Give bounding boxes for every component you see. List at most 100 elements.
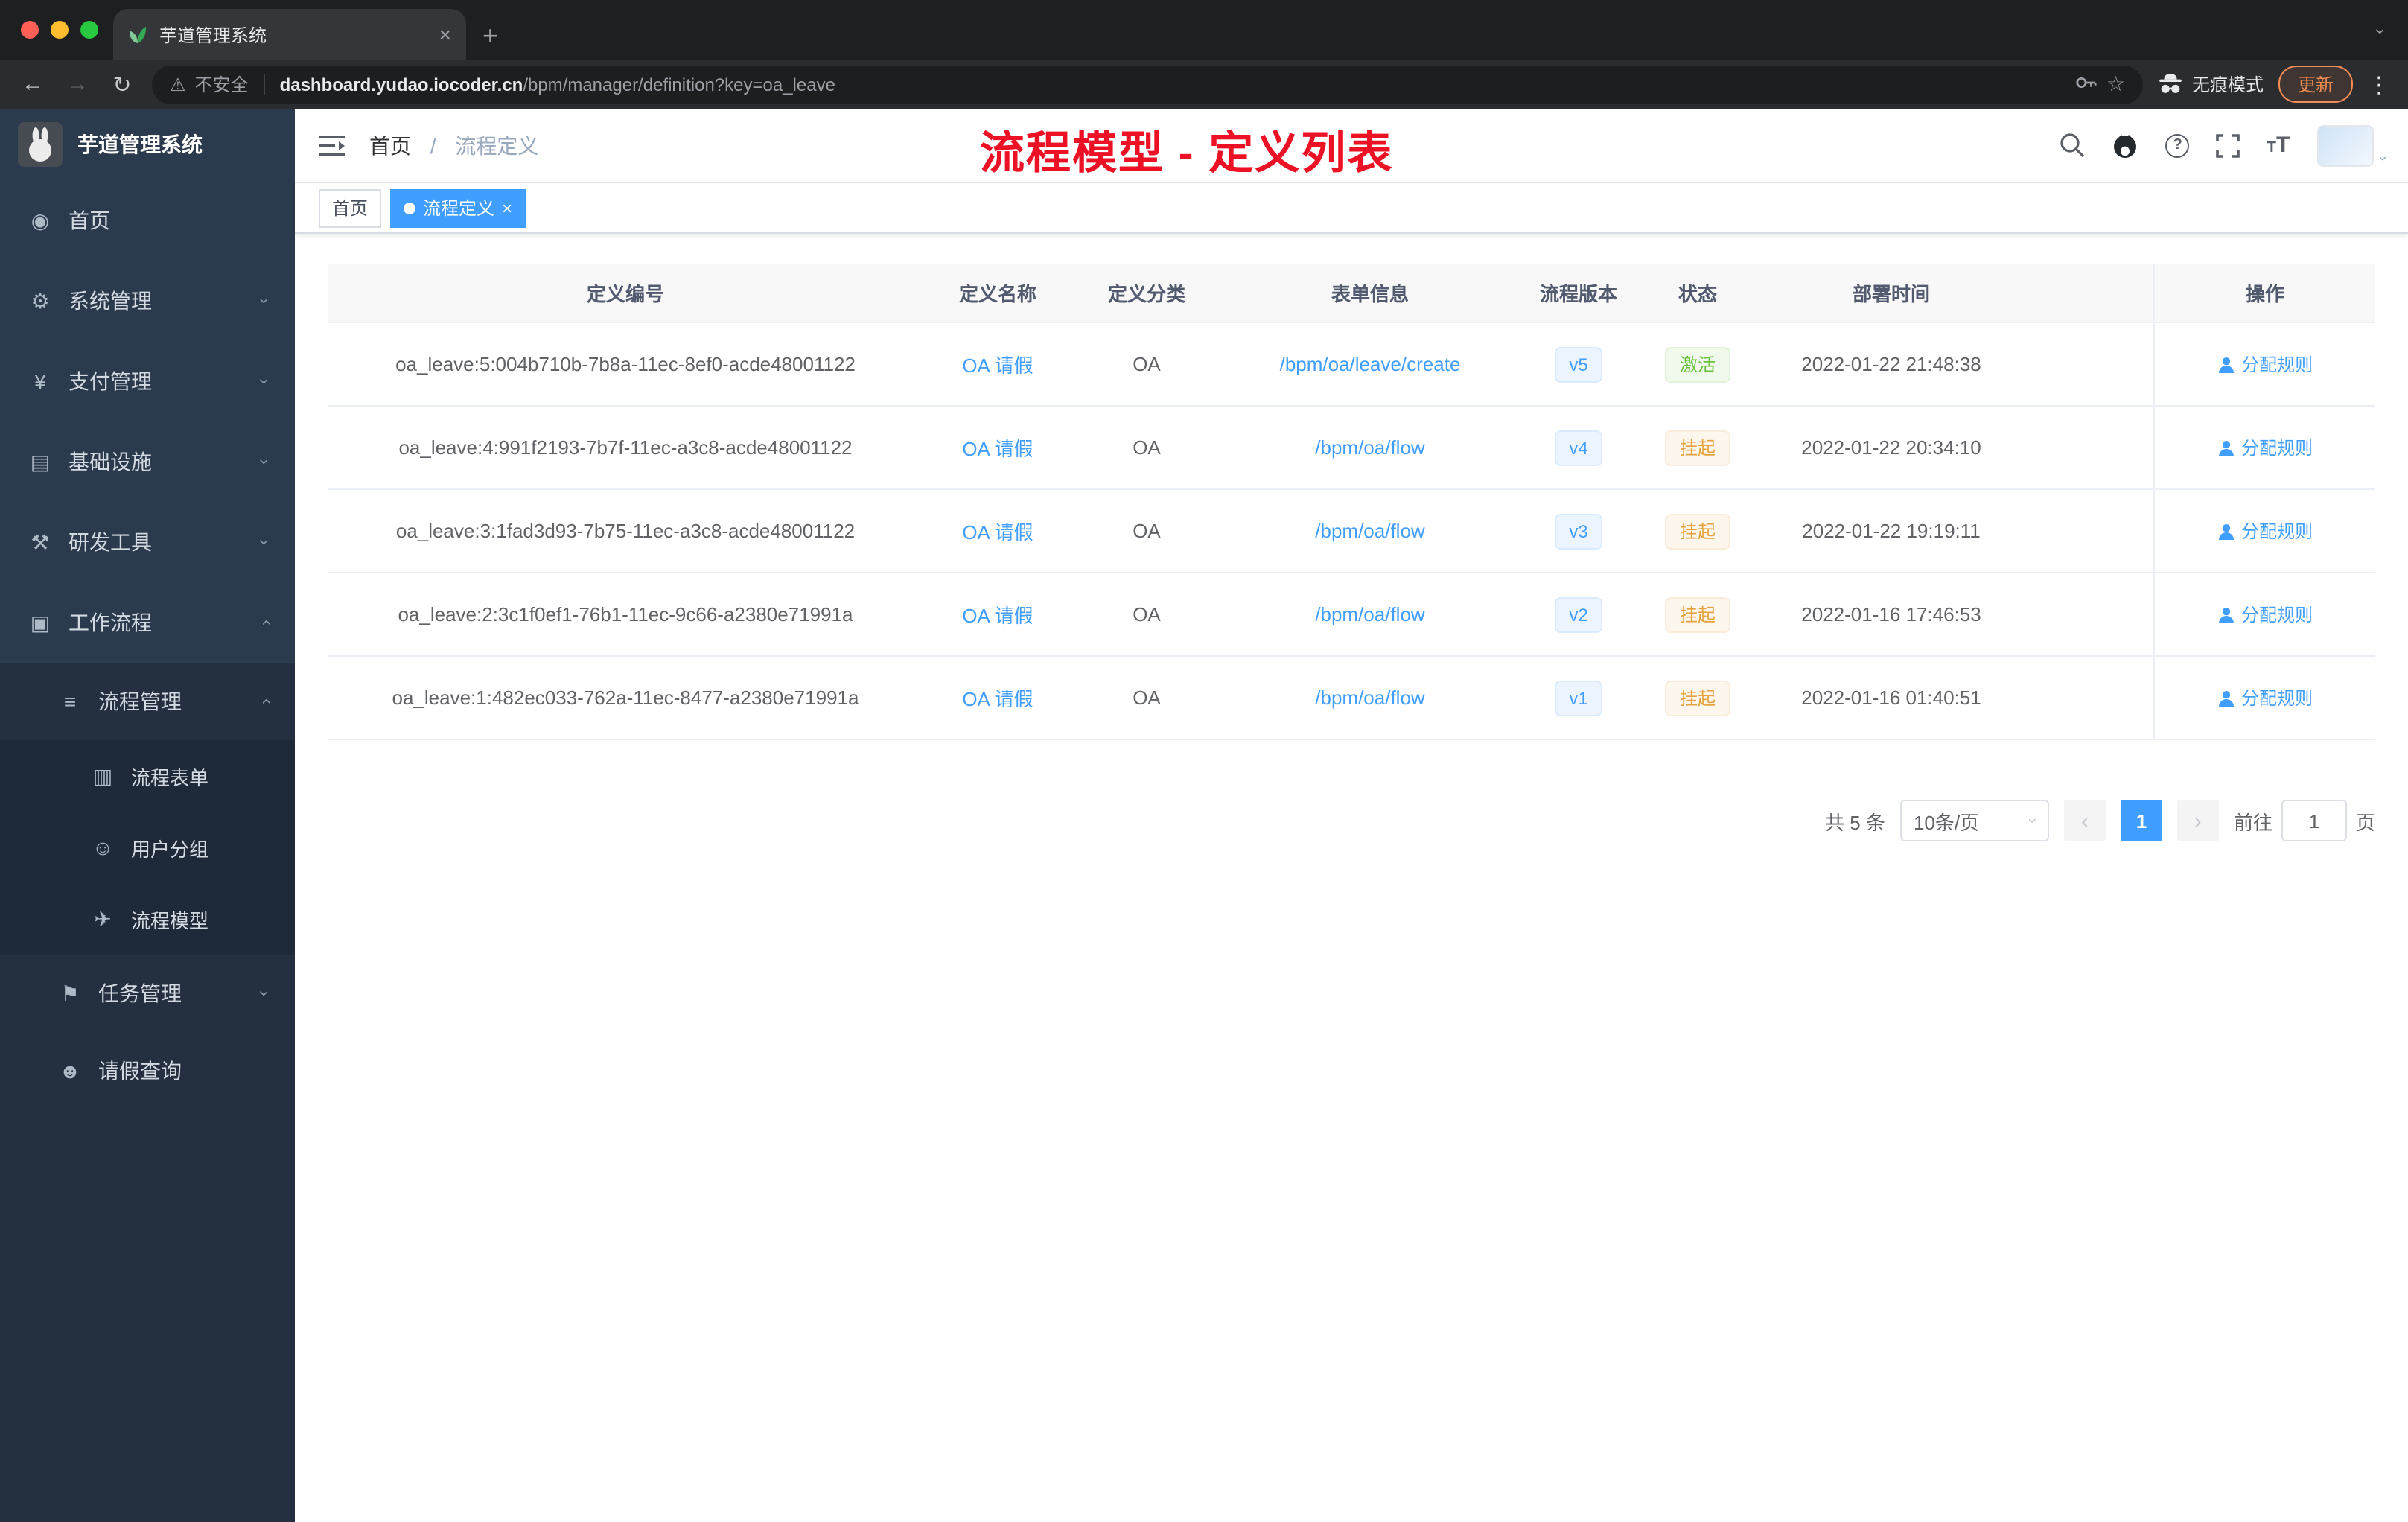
favicon-leaf-icon <box>128 25 147 44</box>
sidebar-item-home[interactable]: ◉ 首页 <box>0 180 295 261</box>
bookmark-star-icon[interactable]: ☆ <box>2106 71 2125 97</box>
browser-menu-icon[interactable]: ⋮ <box>2368 71 2390 98</box>
incognito-icon <box>2158 71 2183 97</box>
url-path: /bpm/manager/definition?key=oa_leave <box>523 74 835 95</box>
sidebar-item-leave-query[interactable]: ☻ 请假查询 <box>0 1032 295 1109</box>
list-icon: ≡ <box>63 690 77 713</box>
assign-rule-link[interactable]: 分配规则 <box>2217 351 2313 377</box>
definition-name-link[interactable]: OA 请假 <box>962 438 1033 460</box>
fullscreen-icon[interactable] <box>2216 133 2240 157</box>
breadcrumb-home[interactable]: 首页 <box>369 133 411 157</box>
tools-icon: ⚒ <box>31 529 50 553</box>
status-badge: 挂起 <box>1664 513 1730 549</box>
browser-toolbar: ← → ↻ ⚠ 不安全 dashboard.yudao.iocoder.cn/b… <box>0 60 2408 109</box>
column-header: 表单信息 <box>1331 283 1409 305</box>
minimize-window-button[interactable] <box>51 21 69 39</box>
github-icon[interactable] <box>2112 132 2139 159</box>
tag-home[interactable]: 首页 <box>319 188 382 227</box>
form-link[interactable]: /bpm/oa/flow <box>1315 603 1424 625</box>
help-icon[interactable]: ? <box>2165 133 2190 157</box>
search-icon[interactable] <box>2060 133 2086 158</box>
navbar: 首页 / 流程定义 流程模型 - 定义列表 ? TT › <box>295 109 2408 183</box>
chevron-down-icon: › <box>255 990 275 996</box>
form-link[interactable]: /bpm/oa/flow <box>1315 687 1424 709</box>
font-size-icon[interactable]: TT <box>2267 132 2290 159</box>
sidebar-item-system[interactable]: ⚙ 系统管理 › <box>0 261 295 341</box>
next-page-button[interactable]: › <box>2176 800 2219 841</box>
sidebar-item-workflow[interactable]: ▣ 工作流程 › <box>0 582 295 663</box>
update-button[interactable]: 更新 <box>2278 66 2353 103</box>
definition-name-link[interactable]: OA 请假 <box>962 605 1033 627</box>
tag-close-icon[interactable]: × <box>502 199 512 217</box>
page-size-select[interactable]: 10条/页 › <box>1899 800 2049 841</box>
sidebar: 芋道管理系统 ◉ 首页 ⚙ 系统管理 › ¥ 支付管理 › ▤ 基础设施 › ⚒ 研发工具 › ▣ 工作流程 ›… <box>0 109 295 1522</box>
sidebar-item-user-group[interactable]: ☺ 用户分组 <box>0 812 295 883</box>
version-badge: v1 <box>1554 680 1603 716</box>
assign-rule-link[interactable]: 分配规则 <box>2217 685 2313 710</box>
sidebar-item-label: 系统管理 <box>69 289 152 313</box>
definition-id: oa_leave:2:3c1f0ef1-76b1-11ec-9c66-a2380… <box>398 603 853 625</box>
definition-category: OA <box>1133 520 1161 542</box>
forward-button[interactable]: → <box>63 71 92 97</box>
url-domain: dashboard.yudao.iocoder.cn <box>279 74 523 95</box>
logo-rabbit-avatar <box>18 122 63 167</box>
prev-page-button[interactable]: ‹ <box>2063 800 2106 841</box>
new-tab-button[interactable]: + <box>482 22 498 49</box>
form-link[interactable]: /bpm/oa/flow <box>1315 436 1424 459</box>
version-badge: v4 <box>1554 430 1603 465</box>
assign-rule-link[interactable]: 分配规则 <box>2217 602 2313 627</box>
tag-active[interactable]: 流程定义 × <box>390 188 526 227</box>
sidebar-item-devtools[interactable]: ⚒ 研发工具 › <box>0 502 295 582</box>
close-window-button[interactable] <box>21 21 39 39</box>
assign-rule-link[interactable]: 分配规则 <box>2217 518 2313 544</box>
browser-tab[interactable]: 芋道管理系统 × <box>113 9 466 60</box>
breadcrumb-current: 流程定义 <box>455 133 539 157</box>
url-bar[interactable]: ⚠ 不安全 dashboard.yudao.iocoder.cn/bpm/man… <box>152 65 2143 104</box>
sidebar-collapse-button[interactable] <box>319 133 345 157</box>
assign-rule-link[interactable]: 分配规则 <box>2217 435 2313 460</box>
dashboard-icon: ◉ <box>31 208 50 232</box>
current-page-button[interactable]: 1 <box>2120 800 2162 841</box>
tab-close-icon[interactable]: × <box>439 24 451 45</box>
sidebar-item-task-manage[interactable]: ⚑ 任务管理 › <box>0 955 295 1032</box>
definition-name-link[interactable]: OA 请假 <box>962 688 1033 710</box>
tab-search-chevron-icon[interactable]: › <box>2371 28 2392 34</box>
sidebar-item-infrastructure[interactable]: ▤ 基础设施 › <box>0 421 295 502</box>
sidebar-item-label: 用户分组 <box>131 838 209 860</box>
sidebar-item-payment[interactable]: ¥ 支付管理 › <box>0 341 295 421</box>
table-row: oa_leave:1:482ec033-762a-11ec-8477-a2380… <box>328 657 2375 740</box>
sidebar-item-label: 流程表单 <box>131 766 209 789</box>
status-badge: 激活 <box>1664 346 1730 382</box>
definition-id: oa_leave:3:1fad3d93-7b75-11ec-a3c8-acde4… <box>395 520 856 542</box>
sidebar-item-process-model[interactable]: ✈ 流程模型 <box>0 883 295 955</box>
definition-name-link[interactable]: OA 请假 <box>962 521 1033 544</box>
sidebar-logo[interactable]: 芋道管理系统 <box>0 109 295 180</box>
person-icon <box>2218 357 2234 372</box>
paper-plane-icon: ✈ <box>94 906 112 930</box>
form-link[interactable]: /bpm/oa/flow <box>1315 520 1424 542</box>
tag-home-label: 首页 <box>332 198 369 219</box>
deploy-time: 2022-01-16 17:46:53 <box>1801 603 1981 625</box>
password-key-icon[interactable] <box>2075 71 2098 98</box>
back-button[interactable]: ← <box>18 71 48 97</box>
column-header: 操作 <box>2153 264 2375 322</box>
zoom-window-button[interactable] <box>80 21 98 39</box>
reload-button[interactable]: ↻ <box>107 71 137 98</box>
form-link[interactable]: /bpm/oa/leave/create <box>1280 353 1461 375</box>
definition-name-link[interactable]: OA 请假 <box>962 354 1033 377</box>
column-header: 部署时间 <box>1852 283 1930 305</box>
sidebar-item-label: 研发工具 <box>69 530 152 554</box>
user-avatar[interactable] <box>2316 124 2374 166</box>
sidebar-item-process-form[interactable]: ▥ 流程表单 <box>0 740 295 812</box>
deploy-time: 2022-01-22 20:34:10 <box>1801 436 1981 459</box>
user-avatar-wrap[interactable]: › <box>2316 124 2390 166</box>
column-header: 状态 <box>1678 283 1717 305</box>
chevron-down-icon: › <box>255 378 275 384</box>
window-controls <box>21 21 98 39</box>
definition-category: OA <box>1133 603 1161 625</box>
sidebar-filler <box>0 1109 295 1522</box>
definition-category: OA <box>1133 436 1161 459</box>
user-group-icon: ☺ <box>92 835 114 859</box>
page-jump-input[interactable] <box>2281 800 2347 841</box>
sidebar-item-process-manage[interactable]: ≡ 流程管理 › <box>0 663 295 740</box>
